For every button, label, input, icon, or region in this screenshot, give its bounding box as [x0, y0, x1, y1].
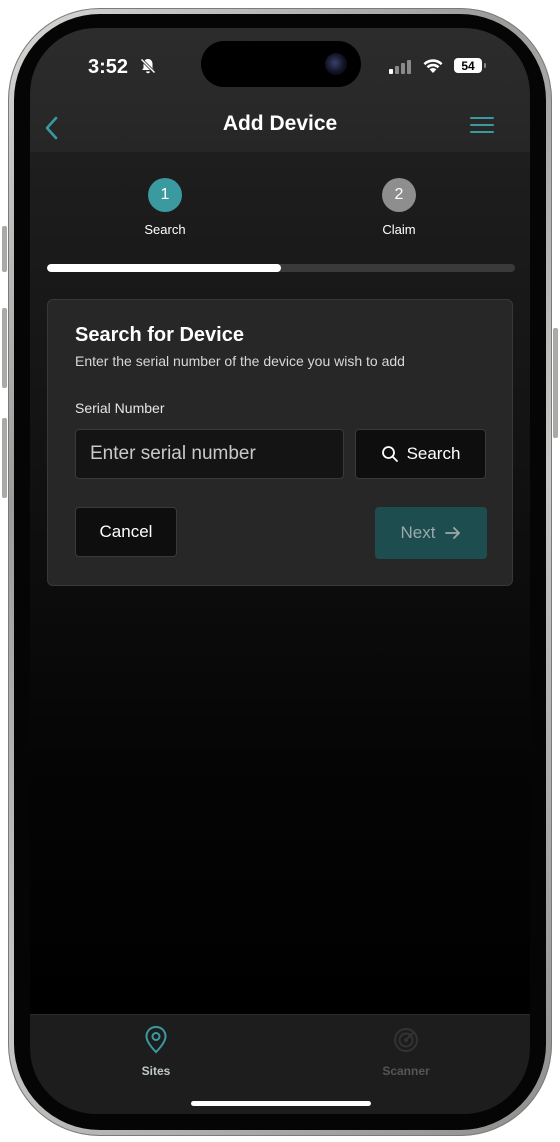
step-label: Search [144, 222, 186, 237]
card-subtitle: Enter the serial number of the device yo… [75, 353, 405, 369]
search-icon [381, 446, 398, 462]
bell-slash-icon [139, 57, 157, 75]
search-button-label: Search [406, 444, 461, 463]
power-button [553, 328, 558, 438]
hamburger-menu-icon[interactable] [466, 112, 498, 140]
cancel-button-label: Cancel [99, 522, 153, 541]
step-search: 1 Search [105, 178, 225, 237]
tab-label: Scanner [382, 1064, 430, 1078]
serial-number-input[interactable] [75, 429, 344, 479]
cancel-button[interactable]: Cancel [75, 507, 177, 557]
serial-number-label: Serial Number [75, 400, 165, 416]
step-claim: 2 Claim [339, 178, 459, 237]
volume-up-button [2, 308, 7, 388]
search-button[interactable]: Search [355, 429, 486, 479]
step-number-badge: 2 [382, 178, 416, 212]
arrow-right-icon [445, 527, 461, 539]
map-pin-icon [145, 1025, 167, 1054]
tab-scanner[interactable]: Scanner [356, 1025, 456, 1078]
cellular-signal-icon [389, 60, 411, 74]
tab-label: Sites [141, 1064, 171, 1078]
step-progress-bar [47, 264, 515, 272]
next-button[interactable]: Next [375, 507, 487, 559]
progress-fill [47, 264, 281, 272]
radar-icon [394, 1028, 418, 1052]
search-device-card: Search for Device Enter the serial numbe… [47, 299, 513, 586]
step-number-badge: 1 [148, 178, 182, 212]
phone-screen: 3:52 54 Add Device 1 Search 2 Claim Sear… [30, 28, 530, 1114]
battery-indicator: 54 [454, 58, 486, 73]
page-title: Add Device [222, 112, 338, 135]
app-header: 3:52 54 Add Device [30, 28, 530, 152]
volume-down-button [2, 418, 7, 498]
step-label: Claim [382, 222, 416, 237]
wifi-icon [423, 59, 443, 73]
next-button-label: Next [400, 523, 436, 542]
home-indicator [191, 1101, 371, 1106]
main-content: 1 Search 2 Claim Search for Device Enter… [30, 152, 530, 1014]
dynamic-island [201, 41, 361, 87]
status-time: 3:52 [88, 56, 129, 78]
bottom-tab-bar: Sites Scanner [30, 1014, 530, 1114]
action-button [2, 226, 7, 272]
card-title: Search for Device [75, 324, 244, 346]
front-camera [325, 53, 347, 75]
tab-sites[interactable]: Sites [106, 1025, 206, 1078]
